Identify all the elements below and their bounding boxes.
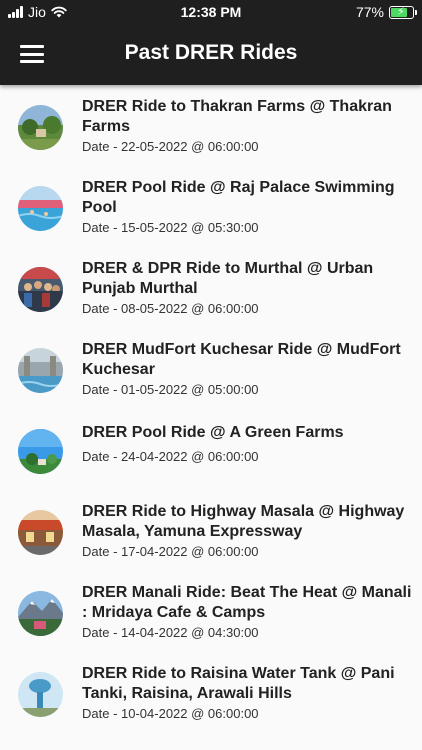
app-header: Jio 12:38 PM 77% ⚡ Past DRER Rides [0, 0, 422, 85]
list-item[interactable]: DRER Ride to Raisina Water Tank @ Pani T… [0, 652, 422, 733]
ride-date: Date - 15-05-2022 @ 05:30:00 [82, 220, 259, 235]
ride-date: Date - 17-04-2022 @ 06:00:00 [82, 544, 259, 559]
ride-date: Date - 08-05-2022 @ 06:00:00 [82, 301, 259, 316]
ride-thumbnail-group [18, 267, 63, 312]
ride-thumbnail-sky [18, 429, 63, 474]
list-item[interactable]: DRER Ride to Thakran Farms @ Thakran Far… [0, 85, 422, 166]
ride-date: Date - 10-04-2022 @ 06:00:00 [82, 706, 259, 721]
list-item[interactable]: DRER Manali Ride: Beat The Heat @ Manali… [0, 571, 422, 652]
list-item[interactable]: DRER MudFort Kuchesar Ride @ MudFort Kuc… [0, 328, 422, 409]
ride-title: DRER Pool Ride @ Raj Palace Swimming Poo… [82, 179, 395, 216]
ride-title: DRER Ride to Raisina Water Tank @ Pani T… [82, 665, 395, 702]
ride-thumbnail-pool [18, 186, 63, 231]
ride-date: Date - 14-04-2022 @ 04:30:00 [82, 625, 259, 640]
list-item[interactable]: DRER & DPR Ride to Murthal @ Urban Punja… [0, 247, 422, 328]
ride-date: Date - 24-04-2022 @ 06:00:00 [82, 449, 259, 464]
status-right: 77% ⚡ [355, 4, 417, 20]
ride-thumbnail-fort [18, 348, 63, 393]
ride-title: DRER Manali Ride: Beat The Heat @ Manali… [82, 584, 412, 621]
ride-thumbnail-farm [18, 105, 63, 150]
ride-title: DRER & DPR Ride to Murthal @ Urban Punja… [82, 260, 374, 297]
battery-icon: ⚡ [389, 5, 417, 19]
ride-thumbnail-restaurant [18, 510, 63, 555]
battery-percent: 77% [355, 4, 384, 20]
ride-thumbnail-mountain [18, 591, 63, 636]
ride-title: DRER Ride to Highway Masala @ Highway Ma… [82, 503, 405, 540]
status-bar: Jio 12:38 PM 77% ⚡ [0, 0, 422, 26]
ride-title: DRER Pool Ride @ A Green Farms [82, 424, 344, 441]
charging-bolt-icon: ⚡ [397, 5, 405, 18]
ride-title: DRER MudFort Kuchesar Ride @ MudFort Kuc… [82, 341, 401, 378]
ride-date: Date - 22-05-2022 @ 06:00:00 [82, 139, 259, 154]
list-item[interactable]: DRER Pool Ride @ A Green Farms Date - 24… [0, 409, 422, 490]
ride-date: Date - 01-05-2022 @ 05:00:00 [82, 382, 259, 397]
ride-title: DRER Ride to Thakran Farms @ Thakran Far… [82, 98, 392, 135]
ride-thumbnail-tank [18, 672, 63, 717]
list-item[interactable]: DRER Pool Ride @ Raj Palace Swimming Poo… [0, 166, 422, 247]
list-item[interactable]: DRER Ride to Highway Masala @ Highway Ma… [0, 490, 422, 571]
page-title: Past DRER Rides [124, 41, 298, 64]
